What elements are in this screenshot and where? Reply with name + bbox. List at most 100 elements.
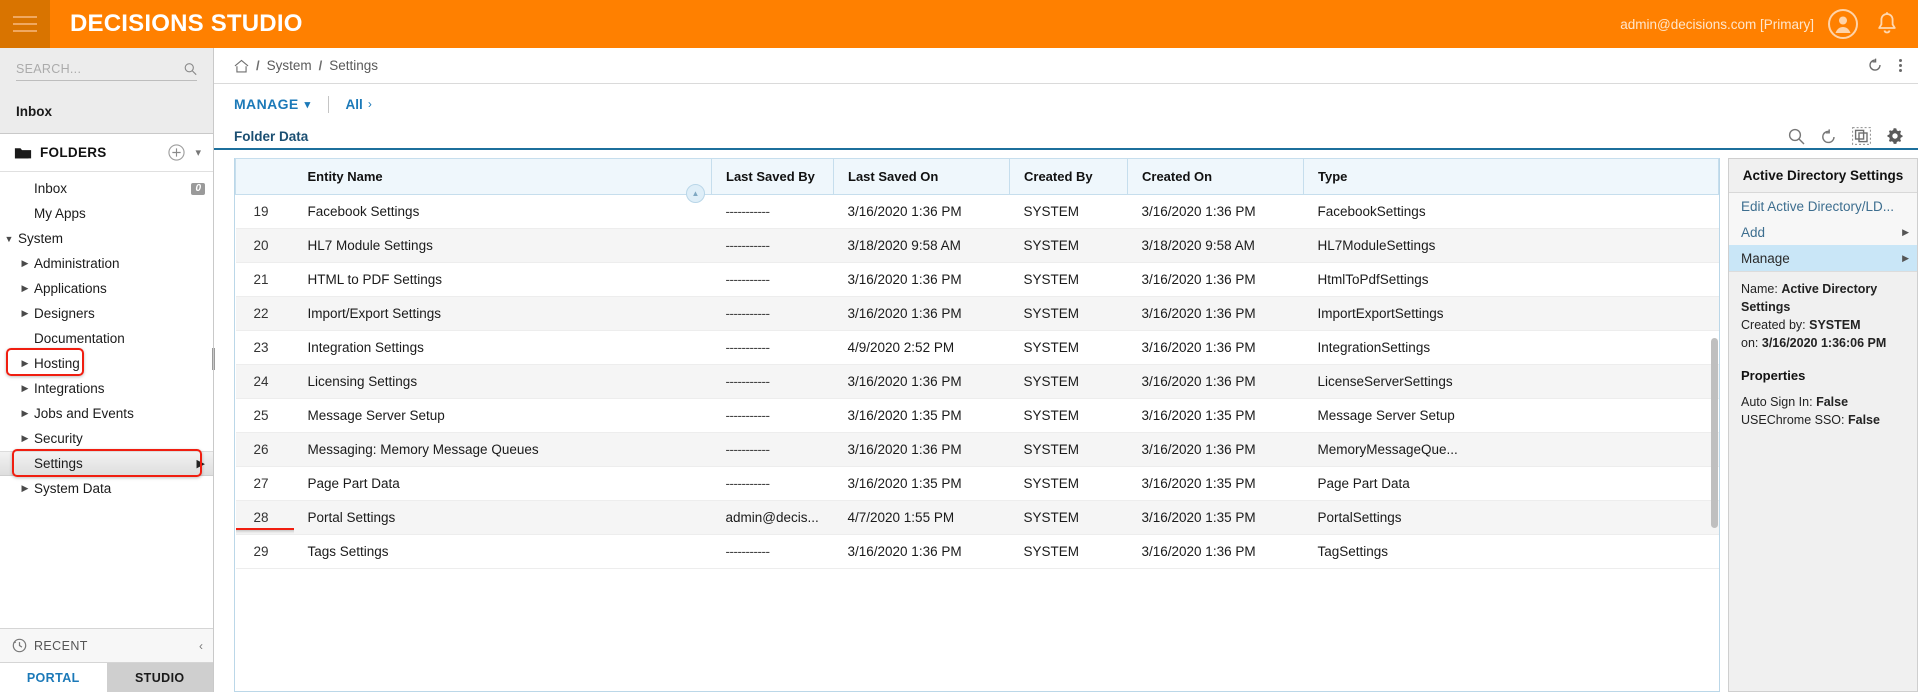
sidebar-item-system[interactable]: ▼ System (0, 226, 213, 251)
table-row[interactable]: 22 Import/Export Settings ----------- 3/16/… (235, 296, 1719, 331)
manage-dropdown-button[interactable]: MANAGE ▾ (234, 96, 311, 112)
sidebar-item-label: System (18, 231, 64, 246)
table-row[interactable]: 25 Message Server Setup ----------- 3/16/20… (235, 398, 1719, 433)
folder-icon (14, 147, 32, 158)
table-row[interactable]: 21 HTML to PDF Settings ----------- 3/16/20… (235, 262, 1719, 297)
refresh-icon[interactable] (1867, 58, 1883, 74)
cell-entity-name: Import/Export Settings (293, 296, 712, 331)
table-row[interactable]: 26 Messaging: Memory Message Queues ------… (235, 432, 1719, 467)
chevron-right-icon[interactable]: ▶ (16, 483, 34, 494)
sidebar-item-administration[interactable]: ▶ Administration (0, 251, 213, 276)
more-vertical-icon[interactable] (1897, 57, 1904, 74)
cell-entity-name: Message Server Setup (293, 398, 712, 433)
column-header-created-on[interactable]: Created On (1127, 158, 1304, 195)
sidebar-item-designers[interactable]: ▶ Designers (0, 301, 213, 326)
details-panel-title: Active Directory Settings (1729, 159, 1917, 193)
sidebar-item-inbox[interactable]: Inbox 0 (0, 176, 213, 201)
cell-created-on: 3/16/2020 1:36 PM (1127, 296, 1304, 331)
sidebar-item-documentation[interactable]: Documentation (0, 326, 213, 351)
cell-last-saved-on: 4/7/2020 1:55 PM (833, 500, 1010, 535)
sidebar-item-hosting[interactable]: ▶ Hosting (0, 351, 213, 376)
column-header-created-by[interactable]: Created By (1009, 158, 1128, 195)
search-icon[interactable] (184, 62, 197, 76)
chevron-right-icon[interactable]: ▶ (197, 457, 205, 470)
sort-indicator-icon[interactable]: ▲ (686, 184, 705, 203)
details-menu-item-edit-active-directory-ld[interactable]: Edit Active Directory/LD... (1729, 193, 1917, 219)
gear-icon[interactable] (1886, 127, 1904, 145)
chevron-right-icon[interactable]: ▶ (16, 383, 34, 394)
table-row[interactable]: 23 Integration Settings ----------- 4/9/202… (235, 330, 1719, 365)
cell-last-saved-on: 3/18/2020 9:58 AM (833, 228, 1010, 263)
chevron-left-icon[interactable]: ‹ (199, 639, 203, 653)
app-window: DECISIONS STUDIO admin@decisions.com [Pr… (0, 0, 1918, 692)
chevron-right-icon[interactable]: ▶ (16, 283, 34, 294)
chevron-right-icon[interactable]: ▶ (16, 358, 34, 369)
sidebar-item-settings[interactable]: Settings ▶ (0, 451, 213, 476)
sidebar-item-label: Jobs and Events (34, 406, 134, 421)
chevron-right-icon[interactable]: ▶ (16, 408, 34, 419)
cell-type: PortalSettings (1303, 500, 1719, 535)
sidebar-inbox-top[interactable]: Inbox (0, 92, 213, 134)
home-icon[interactable] (234, 59, 249, 73)
recent-label: RECENT (34, 638, 88, 653)
column-header-last-saved-on[interactable]: Last Saved On (833, 158, 1010, 195)
chevron-right-icon[interactable]: ▶ (16, 258, 34, 269)
column-header-type[interactable]: Type (1303, 158, 1719, 195)
search-input[interactable] (16, 62, 184, 76)
cell-created-on: 3/16/2020 1:36 PM (1127, 534, 1304, 569)
chevron-down-icon[interactable]: ▾ (193, 146, 203, 159)
cell-last-saved-by: ----------- (711, 194, 834, 229)
all-filter-button[interactable]: All › (346, 97, 372, 112)
cell-created-by: SYSTEM (1009, 296, 1128, 331)
column-header-last-saved-by[interactable]: Last Saved By (711, 158, 834, 195)
cell-index: 23 (235, 330, 294, 365)
cell-type: IntegrationSettings (1303, 330, 1719, 365)
notification-bell-icon[interactable] (1872, 9, 1902, 39)
chevron-right-icon[interactable]: ▶ (16, 433, 34, 444)
undo-icon[interactable] (1820, 128, 1837, 145)
cell-created-by: SYSTEM (1009, 228, 1128, 263)
column-header-entity-name[interactable]: Entity Name ▲ (293, 158, 712, 203)
sidebar-item-label: Hosting (34, 356, 80, 371)
vertical-scrollbar[interactable] (1711, 338, 1718, 528)
table-row[interactable]: 28 Portal Settings admin@decis... 4/7/2020 … (235, 500, 1719, 535)
details-menu-item-add[interactable]: Add ▶ (1729, 219, 1917, 245)
property-value: False (1816, 395, 1849, 409)
table-row[interactable]: 20 HL7 Module Settings ----------- 3/18/202… (235, 228, 1719, 263)
sidebar-item-label: Documentation (34, 331, 125, 346)
column-header-index[interactable] (235, 158, 294, 195)
recent-bar[interactable]: RECENT ‹ (0, 628, 213, 662)
plus-circle-icon[interactable] (168, 144, 186, 161)
hamburger-menu-icon[interactable] (0, 0, 50, 48)
details-metadata: Name: Active Directory Settings Created … (1729, 271, 1917, 354)
property-row: USEChrome SSO: False (1741, 411, 1907, 429)
table-row[interactable]: 27 Page Part Data ----------- 3/16/2020 1:3… (235, 466, 1719, 501)
sidebar-resize-handle[interactable] (211, 346, 216, 372)
table-row[interactable]: 29 Tags Settings ----------- 3/16/2020 1:36… (235, 534, 1719, 569)
breadcrumb-item-system[interactable]: System (267, 58, 312, 73)
bottom-tab-studio[interactable]: STUDIO (106, 663, 213, 692)
bottom-tab-portal[interactable]: PORTAL (0, 663, 107, 692)
details-menu-item-label: Add (1741, 224, 1766, 240)
search-icon[interactable] (1788, 128, 1805, 145)
duplicate-icon[interactable] (1852, 127, 1871, 145)
chevron-right-icon[interactable]: ▶ (16, 308, 34, 319)
cell-index: 25 (235, 398, 294, 433)
breadcrumb-item-settings[interactable]: Settings (329, 58, 378, 73)
sidebar-item-my-apps[interactable]: My Apps (0, 201, 213, 226)
sidebar-item-security[interactable]: ▶ Security (0, 426, 213, 451)
sidebar-item-label: Administration (34, 256, 120, 271)
table-row[interactable]: 24 Licensing Settings ----------- 3/16/2020… (235, 364, 1719, 399)
sidebar-item-integrations[interactable]: ▶ Integrations (0, 376, 213, 401)
user-avatar-icon[interactable] (1828, 9, 1858, 39)
sidebar-item-applications[interactable]: ▶ Applications (0, 276, 213, 301)
sidebar-item-system-data[interactable]: ▶ System Data (0, 476, 213, 501)
sidebar-item-jobs-and-events[interactable]: ▶ Jobs and Events (0, 401, 213, 426)
details-menu-item-manage[interactable]: Manage ▶ (1729, 245, 1917, 271)
cell-last-saved-by: ----------- (711, 296, 834, 331)
meta-created-by-value: SYSTEM (1809, 318, 1861, 332)
content-split: Entity Name ▲ Last Saved By Last Saved O… (214, 150, 1918, 692)
table-row[interactable]: 19 Facebook Settings ----------- 3/16/2020 … (235, 194, 1719, 229)
all-label: All (345, 96, 363, 112)
chevron-down-icon[interactable]: ▼ (0, 234, 18, 244)
